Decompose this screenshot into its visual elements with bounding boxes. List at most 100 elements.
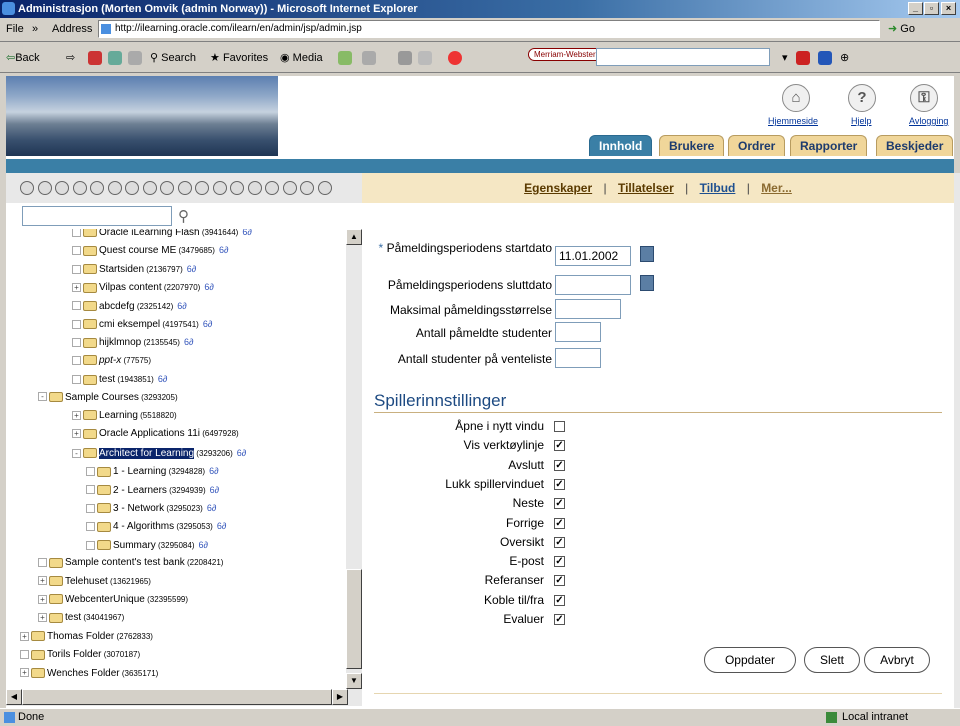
tree-node[interactable]: Torils Folder (3070187) [20,647,140,663]
dictionary-dropdown[interactable]: ▾ [782,51,788,64]
tree-tool-button[interactable] [230,181,244,195]
search-button[interactable]: ⚲ Search [150,51,196,64]
scroll-right-button[interactable]: ▶ [332,689,348,705]
tab-ordrer[interactable]: Ordrer [728,135,786,156]
tree-node[interactable]: Sample content's test bank (2208421) [38,555,223,571]
cancel-button[interactable]: Avbryt [864,647,930,673]
player-option-checkbox[interactable]: ✓ [554,536,565,548]
close-button[interactable]: × [941,2,956,15]
tree-tool-button[interactable] [142,181,157,195]
tree-node[interactable]: abcdefg (2325142) 6∂ [72,298,187,314]
scroll-down-button[interactable]: ▼ [346,673,362,689]
tree-tool-button[interactable] [317,181,332,195]
end-date-calendar-icon[interactable] [640,275,654,291]
tab-brukere[interactable]: Brukere [659,135,725,156]
favorites-button[interactable]: ★ Favorites [210,51,268,64]
tree-tool-button[interactable] [300,181,314,195]
expand-toggle-icon[interactable]: + [38,594,47,604]
tree-node[interactable]: 4 - Algorithms (3295053) 6∂ [86,518,226,534]
player-option-checkbox[interactable]: ✓ [554,498,565,510]
tree-tool-button[interactable] [107,181,122,195]
tree-node[interactable]: - Architect for Learning (3293206) 6∂ [72,445,246,461]
globe-button[interactable]: ⊕ [840,51,849,64]
tree-vertical-scrollbar[interactable]: ▲ ▼ [346,229,362,689]
home-icon[interactable]: ⌂ [782,84,810,112]
refresh-button[interactable] [108,51,122,65]
waitlist-input[interactable] [555,348,601,368]
tree-node[interactable]: test (1943851) 6∂ [72,371,167,387]
blue-t-button[interactable] [818,51,832,65]
back-button[interactable]: ⇦Back [6,51,40,64]
tree-node[interactable]: Oracle iLearning Flash (3941644) 6∂ [72,229,252,240]
menu-file[interactable]: File [6,18,24,40]
scroll-up-button[interactable]: ▲ [346,229,362,245]
tree-node[interactable]: + Thomas Folder (2762833) [20,629,153,645]
home-button[interactable] [128,51,142,65]
player-option-checkbox[interactable]: ✓ [554,575,565,587]
tree-node[interactable]: - Sample Courses (3293205) [38,390,178,406]
tree-tool-button[interactable] [90,181,104,195]
tree-node[interactable]: ppt-x (77575) [72,353,151,369]
expand-toggle-icon[interactable]: + [72,429,81,439]
address-input[interactable]: http://ilearning.oracle.com/ilearn/en/ad… [98,20,880,38]
expand-toggle-icon[interactable]: + [20,631,29,641]
tree-node[interactable]: Summary (3295084) 6∂ [86,537,208,553]
red-d-button[interactable] [796,51,810,65]
update-button[interactable]: Oppdater [704,647,796,673]
minimize-button[interactable]: _ [908,2,923,15]
expand-toggle-icon[interactable]: + [72,283,81,293]
player-option-checkbox[interactable]: ✓ [554,556,565,568]
scroll-left-button[interactable]: ◀ [6,689,22,705]
delete-button[interactable]: Slett [804,647,860,673]
tree-tool-button[interactable] [20,181,34,195]
edit-button[interactable] [418,51,432,65]
tree-tool-button[interactable] [265,181,279,195]
tree-tool-button[interactable] [177,181,192,195]
stop-button[interactable] [88,51,102,65]
tree-node[interactable]: + WebcenterUnique (32395599) [38,592,188,608]
hscroll-thumb[interactable] [22,689,332,705]
tree-tool-button[interactable] [72,181,87,195]
start-date-calendar-icon[interactable] [640,246,654,262]
go-button[interactable]: ➜ Go [888,18,915,40]
tree-tool-button[interactable] [195,181,209,195]
end-date-input[interactable] [555,275,631,295]
mail-button[interactable] [362,51,376,65]
tree-horizontal-scrollbar[interactable]: ◀ ▶ [6,689,362,706]
player-option-checkbox[interactable]: ✓ [554,478,565,490]
tree-node[interactable]: Quest course ME (3479685) 6∂ [72,242,228,258]
tree-node[interactable]: Startsiden (2136797) 6∂ [72,261,196,277]
subnav-permissions[interactable]: Tillatelser [618,181,674,195]
expand-toggle-icon[interactable]: + [38,576,47,586]
tab-rapporter[interactable]: Rapporter [790,135,868,156]
expand-toggle-icon[interactable]: - [72,448,81,458]
tree-tool-button[interactable] [247,181,262,195]
tree-tool-button[interactable] [212,181,227,195]
tree-tool-button[interactable] [160,181,174,195]
enrolled-students-input[interactable] [555,322,601,342]
tree-tool-button[interactable] [125,181,139,195]
media-button[interactable]: ◉ Media [280,51,323,64]
help-icon[interactable]: ? [848,84,876,112]
logout-link[interactable]: Avlogging [909,116,948,126]
expand-toggle-icon[interactable]: + [38,613,47,623]
print-button[interactable] [398,51,412,65]
tree-search-input[interactable] [22,206,172,226]
tree-node[interactable]: + Vilpas content (2207970) 6∂ [72,279,214,295]
player-option-checkbox[interactable] [554,421,565,432]
subnav-more[interactable]: Mer... [761,181,792,195]
expand-toggle-icon[interactable]: + [72,410,81,420]
tree-node[interactable]: 1 - Learning (3294828) 6∂ [86,463,219,479]
player-option-checkbox[interactable]: ✓ [554,594,565,606]
tree-node[interactable]: cmi eksempel (4197541) 6∂ [72,316,212,332]
dictionary-search-input[interactable] [596,48,770,66]
menu-overflow[interactable]: » [32,18,38,40]
player-option-checkbox[interactable]: ✓ [554,459,565,471]
scroll-thumb[interactable] [346,569,362,669]
player-option-checkbox[interactable]: ✓ [554,440,565,452]
tab-beskjeder[interactable]: Beskjeder [876,135,954,156]
subnav-properties[interactable]: Egenskaper [524,181,592,195]
tree-node[interactable]: 2 - Learners (3294939) 6∂ [86,482,219,498]
home-link[interactable]: Hjemmeside [768,116,818,126]
logout-icon[interactable]: ⚿ [910,84,938,112]
